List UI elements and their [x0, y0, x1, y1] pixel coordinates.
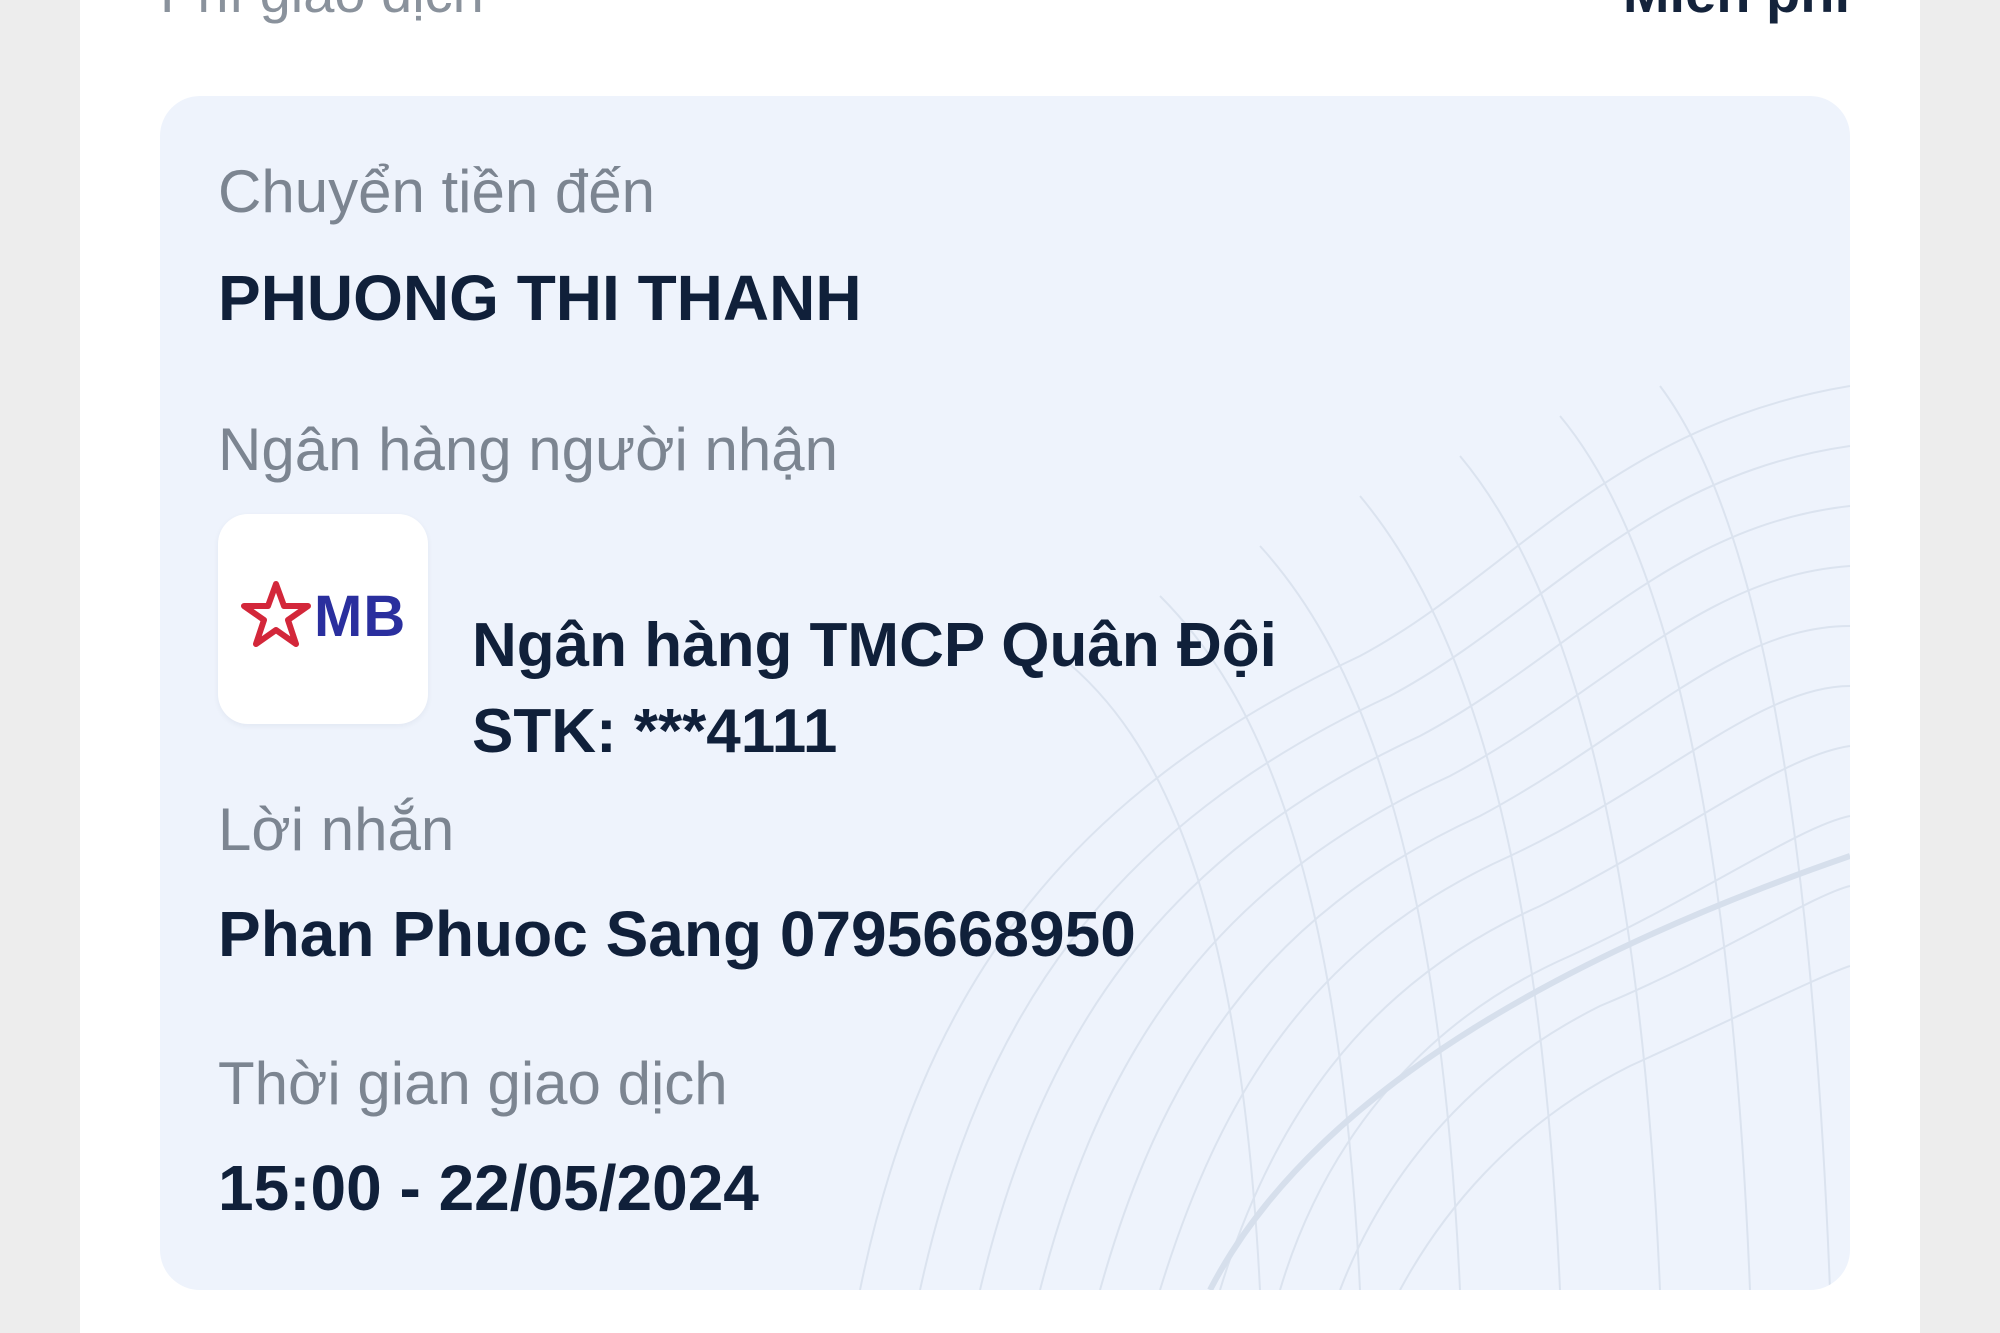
recipient-bank-name: Ngân hàng TMCP Quân Đội: [472, 611, 1277, 680]
transaction-time-label: Thời gian giao dịch: [218, 1050, 728, 1117]
transfer-details-panel: Chuyển tiền đến PHUONG THI THANH Ngân hà…: [160, 96, 1850, 1290]
recipient-bank-label: Ngân hàng người nhận: [218, 416, 838, 483]
fee-row: Phí giao dịch Miễn phí: [160, 0, 1850, 28]
mb-bank-logo: MB: [218, 514, 428, 724]
account-prefix: STK:: [472, 697, 634, 766]
message-value: Phan Phuoc Sang 0795668950: [218, 898, 1136, 970]
recipient-name: PHUONG THI THANH: [218, 262, 862, 334]
recipient-account: STK: ***4111: [472, 694, 837, 770]
message-label: Lời nhắn: [218, 796, 455, 863]
mb-star-icon: [241, 581, 311, 647]
mb-logo-text: MB: [314, 584, 407, 649]
transaction-time-value: 15:00 - 22/05/2024: [218, 1152, 759, 1224]
fee-value: Miễn phí: [1623, 0, 1850, 28]
transfer-to-label: Chuyển tiền đến: [218, 158, 655, 225]
fee-label: Phí giao dịch: [160, 0, 484, 28]
account-number: ***4111: [633, 697, 838, 766]
